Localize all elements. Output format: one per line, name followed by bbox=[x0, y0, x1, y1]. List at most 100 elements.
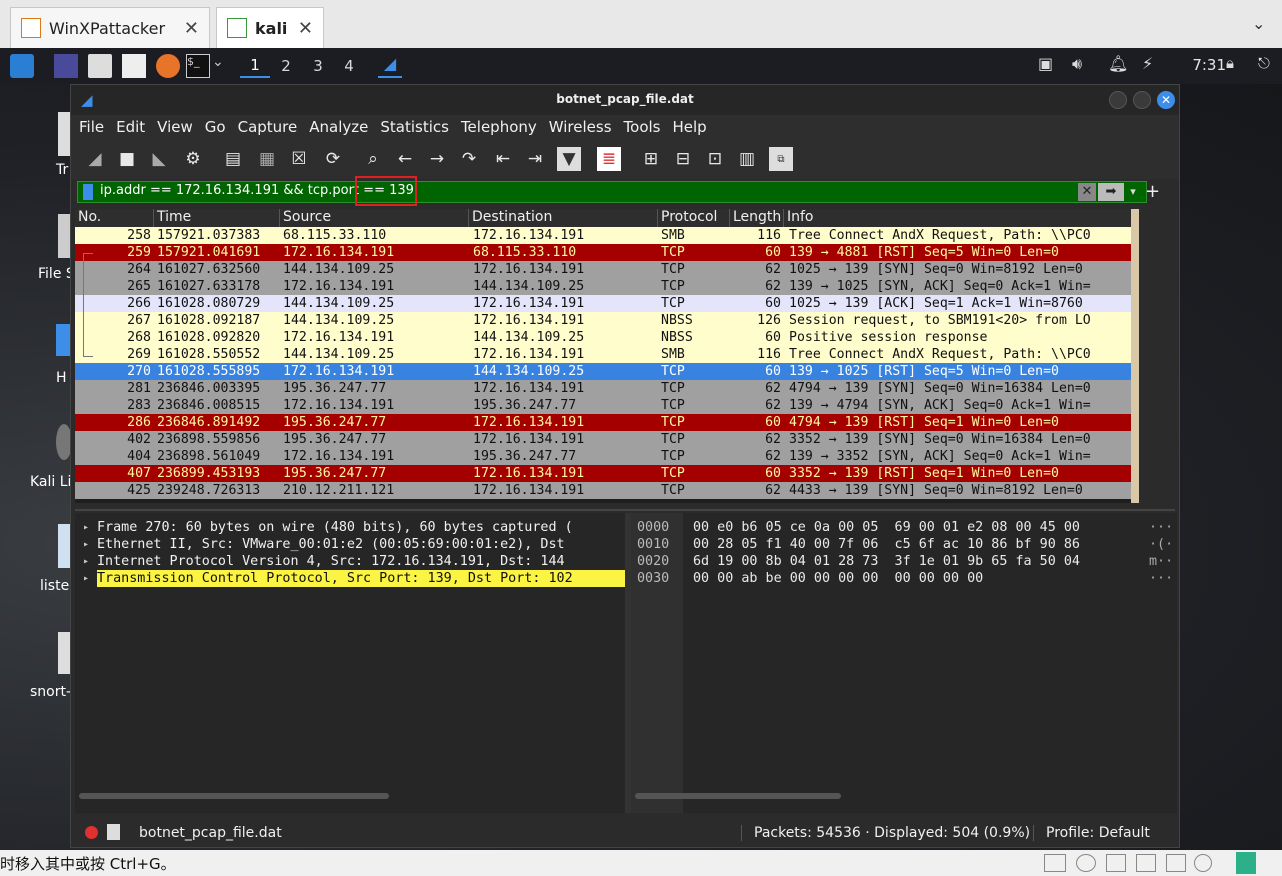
restart-capture-icon[interactable]: ◣ bbox=[147, 147, 171, 171]
menu-wireless[interactable]: Wireless bbox=[549, 118, 612, 136]
expand-arrow-icon[interactable]: ▸ bbox=[83, 536, 89, 553]
byte-hex[interactable]: 00 e0 b6 05 ce 0a 00 05 69 00 01 e2 08 0… bbox=[693, 519, 1080, 536]
notification-bell-icon[interactable]: 🔔︎ bbox=[1108, 54, 1132, 78]
table-row[interactable]: 286 236846.891492 195.36.247.77 172.16.134.… bbox=[75, 414, 1131, 431]
table-row[interactable]: 283 236846.008515 172.16.134.191 195.36.247… bbox=[75, 397, 1131, 414]
open-file-icon[interactable]: ▤ bbox=[221, 147, 245, 171]
expand-arrow-icon[interactable]: ▸ bbox=[83, 519, 89, 536]
column-header-destination[interactable]: Destination bbox=[468, 209, 658, 227]
close-button[interactable]: ✕ bbox=[1157, 91, 1175, 109]
printer-icon[interactable] bbox=[1136, 854, 1156, 872]
host-tab-winxpattacker[interactable]: WinXPattacker ✕ bbox=[10, 7, 210, 48]
usb-icon[interactable] bbox=[1194, 854, 1212, 872]
go-to-packet-icon[interactable]: ↷ bbox=[457, 147, 481, 171]
table-row[interactable]: 425 239248.726313 210.12.211.121 172.16.134… bbox=[75, 482, 1131, 499]
detail-tree-item[interactable]: Frame 270: 60 bytes on wire (480 bits), … bbox=[97, 519, 625, 536]
byte-ascii[interactable]: ··· bbox=[1149, 519, 1173, 536]
close-icon[interactable]: ✕ bbox=[298, 18, 313, 39]
packet-list[interactable]: No. Time Source Destination Protocol Len… bbox=[75, 209, 1135, 503]
detail-tree-item[interactable]: Internet Protocol Version 4, Src: 172.16… bbox=[97, 553, 625, 570]
table-row[interactable]: 265 161027.633178 172.16.134.191 144.134.10… bbox=[75, 278, 1131, 295]
table-row[interactable]: 404 236898.561049 172.16.134.191 195.36.247… bbox=[75, 448, 1131, 465]
apply-filter-icon[interactable]: ➡ bbox=[1098, 183, 1124, 201]
column-header-length[interactable]: Length bbox=[729, 209, 783, 227]
display-filter-bar[interactable]: ip.addr == 172.16.134.191 && tcp.port ==… bbox=[77, 176, 1147, 206]
close-icon[interactable]: ✕ bbox=[184, 18, 199, 39]
close-file-icon[interactable]: ☒ bbox=[287, 147, 311, 171]
colorize-icon[interactable]: ≣ bbox=[597, 147, 621, 171]
maximize-button[interactable] bbox=[1133, 91, 1151, 109]
kali-menu-icon[interactable] bbox=[10, 54, 34, 78]
volume-icon[interactable]: 🔊︎ bbox=[1072, 54, 1096, 78]
host-tab-kali[interactable]: kali ✕ bbox=[216, 7, 324, 48]
hard-disk-icon[interactable] bbox=[1044, 854, 1066, 872]
chevron-down-icon[interactable]: ⌄ bbox=[212, 54, 236, 78]
go-back-icon[interactable]: ← bbox=[393, 147, 417, 171]
status-profile[interactable]: Profile: Default bbox=[1033, 825, 1150, 841]
go-last-packet-icon[interactable]: ⇥ bbox=[523, 147, 547, 171]
resize-columns-icon[interactable]: ▥ bbox=[735, 147, 759, 171]
autoscroll-icon[interactable]: ▼ bbox=[557, 147, 581, 171]
stop-capture-icon[interactable]: ■ bbox=[115, 147, 139, 171]
packet-bytes-pane[interactable]: 0000 0010 0020 0030 00 e0 b6 05 ce 0a 00 05… bbox=[631, 513, 1177, 813]
menu-help[interactable]: Help bbox=[672, 118, 706, 136]
expert-info-icon[interactable] bbox=[85, 826, 98, 839]
chevron-down-icon[interactable]: ▾ bbox=[1126, 183, 1140, 201]
cd-drive-icon[interactable] bbox=[1076, 854, 1096, 872]
packet-details-pane[interactable]: ▸ Frame 270: 60 bytes on wire (480 bits),… bbox=[75, 513, 625, 813]
byte-ascii[interactable]: ·(· bbox=[1149, 536, 1173, 553]
workspace-4[interactable]: 4 bbox=[334, 54, 364, 78]
table-row[interactable]: 264 161027.632560 144.134.109.25 172.16.134… bbox=[75, 261, 1131, 278]
menu-analyze[interactable]: Analyze bbox=[309, 118, 368, 136]
table-row[interactable]: 407 236899.453193 195.36.247.77 172.16.134.… bbox=[75, 465, 1131, 482]
table-row[interactable]: 266 161028.080729 144.134.109.25 172.16.134… bbox=[75, 295, 1131, 312]
column-header-protocol[interactable]: Protocol bbox=[657, 209, 729, 227]
column-header-info[interactable]: Info bbox=[783, 209, 1133, 227]
power-status-icon[interactable]: ⚡ bbox=[1142, 54, 1166, 78]
wireshark-taskbar-icon[interactable]: ◢ bbox=[378, 54, 402, 78]
table-row[interactable]: 281 236846.003395 195.36.247.77 172.16.134.… bbox=[75, 380, 1131, 397]
byte-hex[interactable]: 00 28 05 f1 40 00 7f 06 c5 6f ac 10 86 b… bbox=[693, 536, 1080, 553]
column-header-time[interactable]: Time bbox=[153, 209, 279, 227]
table-row[interactable]: 267 161028.092187 144.134.109.25 172.16.134… bbox=[75, 312, 1131, 329]
lock-icon[interactable]: 🔒︎ bbox=[1226, 54, 1250, 78]
workspace-1[interactable]: 1 bbox=[240, 54, 270, 78]
window-titlebar[interactable]: ◢ botnet_pcap_file.dat ✕ bbox=[71, 85, 1179, 115]
normal-size-icon[interactable]: ⊡ bbox=[703, 147, 727, 171]
firefox-icon[interactable] bbox=[156, 54, 180, 78]
menu-telephony[interactable]: Telephony bbox=[461, 118, 537, 136]
add-filter-button-icon[interactable]: + bbox=[1145, 181, 1161, 203]
reload-file-icon[interactable]: ⟳ bbox=[321, 147, 345, 171]
table-row[interactable]: 258 157921.037383 68.115.33.110 172.16.134.… bbox=[75, 227, 1131, 244]
menu-view[interactable]: View bbox=[157, 118, 193, 136]
expand-arrow-icon[interactable]: ▸ bbox=[83, 553, 89, 570]
chevron-down-icon[interactable]: ⌄ bbox=[1252, 14, 1272, 34]
detail-tree-item[interactable]: Transmission Control Protocol, Src Port:… bbox=[97, 570, 625, 587]
minimize-button[interactable] bbox=[1109, 91, 1127, 109]
go-forward-icon[interactable]: → bbox=[425, 147, 449, 171]
desktop-icon[interactable] bbox=[54, 54, 78, 78]
zoom-out-icon[interactable]: ⊟ bbox=[671, 147, 695, 171]
byte-hex[interactable]: 00 00 ab be 00 00 00 00 00 00 00 00 bbox=[693, 570, 983, 587]
menu-edit[interactable]: Edit bbox=[116, 118, 145, 136]
text-editor-icon[interactable] bbox=[122, 54, 146, 78]
file-manager-icon[interactable] bbox=[88, 54, 112, 78]
screen-icon[interactable]: ▣ bbox=[1038, 54, 1062, 78]
byte-ascii[interactable]: m·· bbox=[1149, 553, 1173, 570]
save-file-icon[interactable]: ▦ bbox=[255, 147, 279, 171]
pane-splitter[interactable] bbox=[75, 509, 1175, 511]
table-row[interactable]: 268 161028.092820 172.16.134.191 144.134.10… bbox=[75, 329, 1131, 346]
details-horizontal-scrollbar[interactable] bbox=[79, 793, 389, 799]
zoom-in-icon[interactable]: ⊞ bbox=[639, 147, 663, 171]
byte-ascii[interactable]: ··· bbox=[1149, 570, 1173, 587]
menu-statistics[interactable]: Statistics bbox=[380, 118, 449, 136]
column-header-source[interactable]: Source bbox=[279, 209, 469, 227]
capture-comment-icon[interactable] bbox=[107, 824, 120, 840]
layout-icon[interactable]: ⧉ bbox=[769, 147, 793, 171]
workspace-2[interactable]: 2 bbox=[271, 54, 301, 78]
terminal-icon[interactable]: $_ bbox=[186, 54, 210, 78]
menu-capture[interactable]: Capture bbox=[238, 118, 298, 136]
capture-options-icon[interactable]: ⚙ bbox=[181, 147, 205, 171]
start-capture-icon[interactable]: ◢ bbox=[83, 147, 107, 171]
menu-file[interactable]: File bbox=[79, 118, 104, 136]
